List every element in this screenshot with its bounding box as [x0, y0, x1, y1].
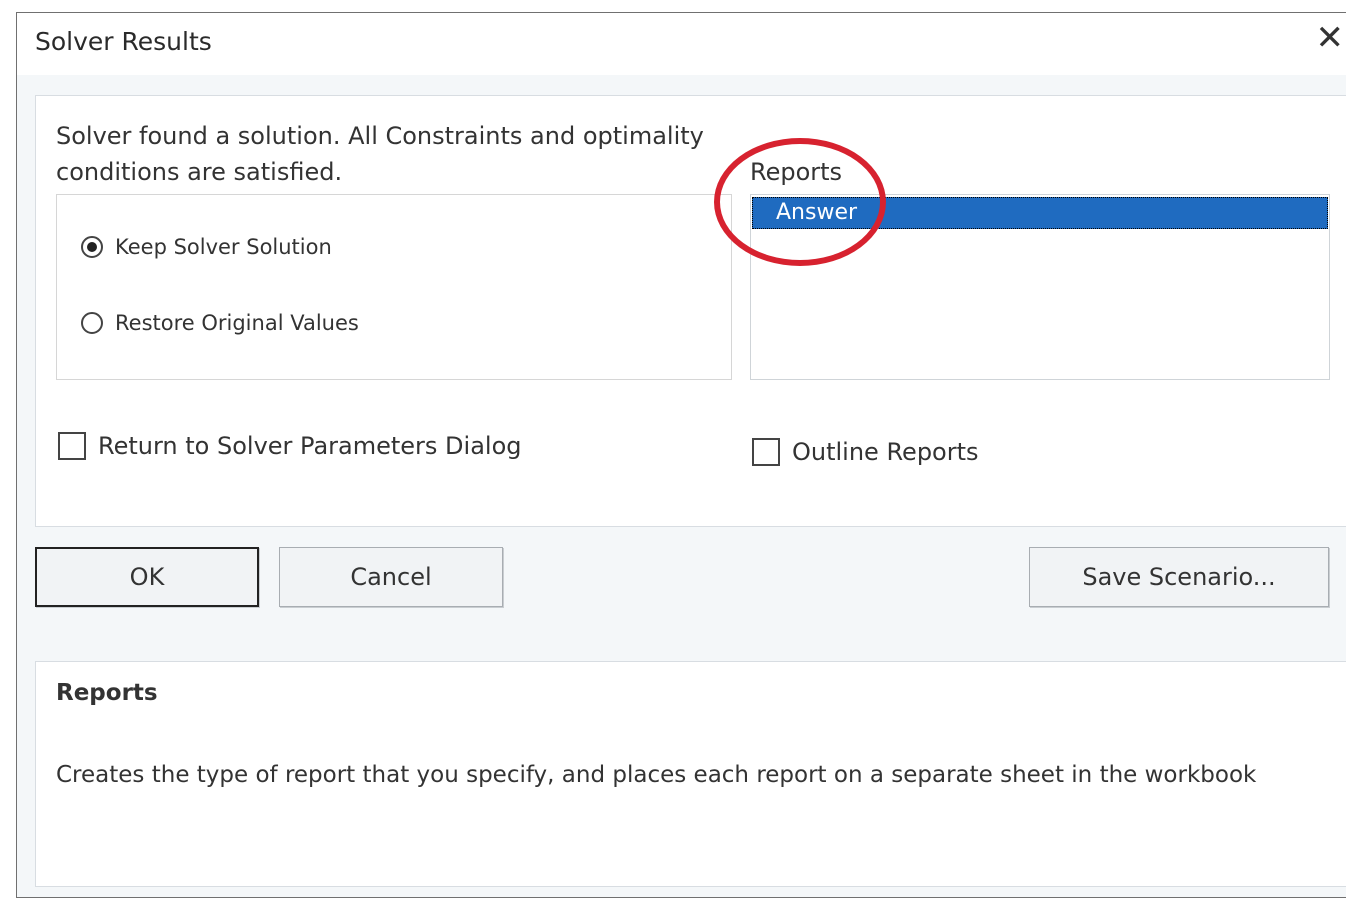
restore-original-values-option[interactable]: Restore Original Values	[81, 311, 359, 335]
return-to-solver-parameters-checkbox[interactable]: Return to Solver Parameters Dialog	[58, 432, 521, 460]
ok-button[interactable]: OK	[35, 547, 259, 607]
dialog-title: Solver Results	[35, 27, 212, 56]
report-item-answer[interactable]: Answer	[752, 197, 1328, 229]
close-icon[interactable]: ✕	[1316, 21, 1345, 55]
help-panel: Reports Creates the type of report that …	[35, 661, 1346, 887]
checkbox-unchecked-icon[interactable]	[58, 432, 86, 460]
solver-results-dialog: Solver Results ✕ Solver found a solution…	[16, 12, 1346, 898]
help-title: Reports	[56, 680, 158, 706]
cancel-button[interactable]: Cancel	[279, 547, 503, 607]
outline-reports-checkbox[interactable]: Outline Reports	[752, 438, 979, 466]
save-scenario-button[interactable]: Save Scenario...	[1029, 547, 1329, 607]
outline-reports-label: Outline Reports	[792, 438, 979, 466]
solution-options-group: Keep Solver Solution Restore Original Va…	[56, 194, 732, 380]
results-panel: Solver found a solution. All Constraints…	[35, 95, 1346, 527]
keep-solver-solution-option[interactable]: Keep Solver Solution	[81, 235, 332, 259]
checkbox-unchecked-icon[interactable]	[752, 438, 780, 466]
radio-unselected-icon[interactable]	[81, 312, 103, 334]
restore-original-values-label: Restore Original Values	[115, 311, 359, 335]
reports-label: Reports	[750, 158, 843, 186]
keep-solver-solution-label: Keep Solver Solution	[115, 235, 332, 259]
reports-listbox[interactable]: Answer	[750, 194, 1330, 380]
solver-message: Solver found a solution. All Constraints…	[56, 122, 704, 186]
return-to-solver-parameters-label: Return to Solver Parameters Dialog	[98, 432, 522, 460]
radio-selected-icon[interactable]	[81, 236, 103, 258]
help-description: Creates the type of report that you spec…	[56, 762, 1257, 788]
title-bar: Solver Results ✕	[17, 13, 1346, 75]
